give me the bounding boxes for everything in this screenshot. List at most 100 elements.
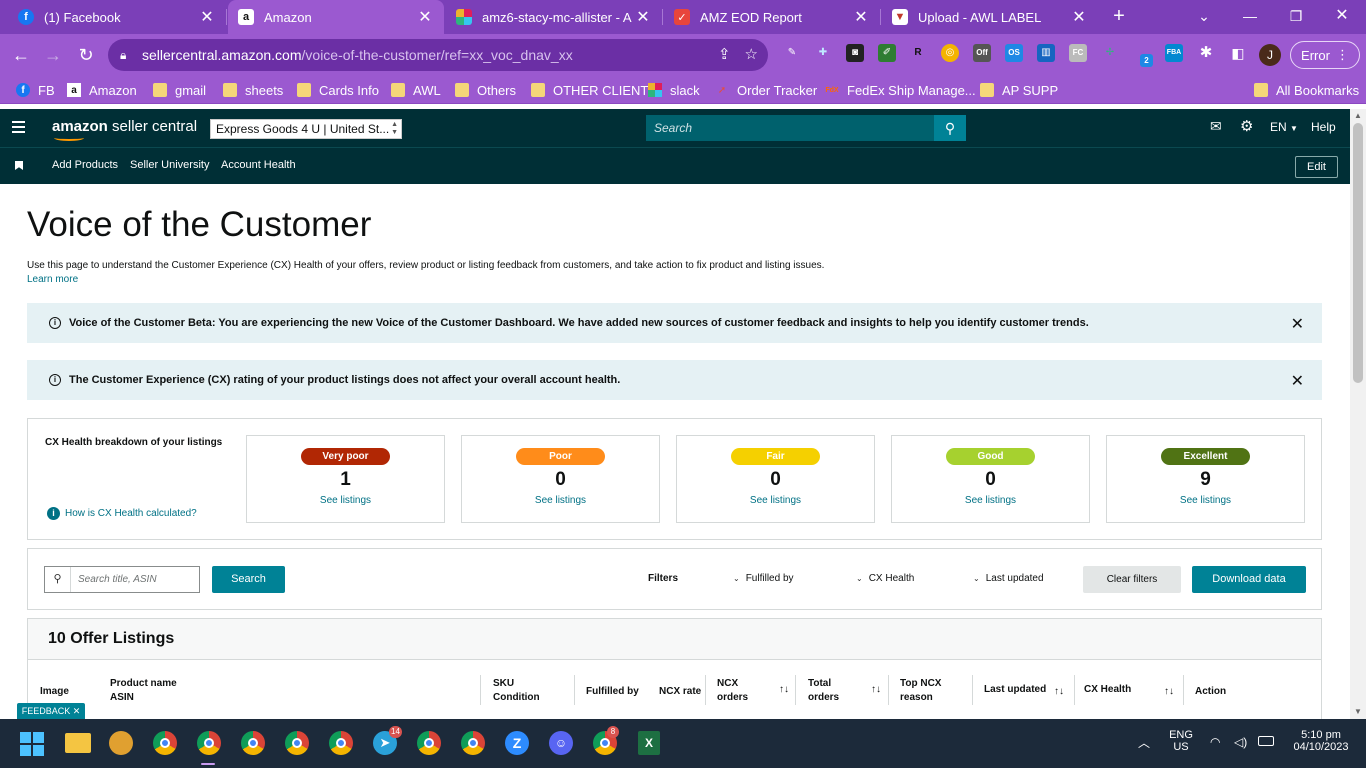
see-listings-link[interactable]: See listings	[247, 495, 444, 506]
extension-pen-icon[interactable]: ✎	[783, 44, 801, 62]
close-window-button[interactable]: ✕	[1319, 0, 1365, 34]
col-ncx-orders[interactable]: NCX orders ↑↓	[717, 677, 789, 705]
header-search-button[interactable]: ⚲	[934, 115, 966, 141]
chrome-profile-icon[interactable]	[461, 731, 485, 755]
listing-search-input[interactable]: ⚲ Search title, ASIN	[44, 566, 200, 593]
share-icon[interactable]: ⇪	[718, 45, 731, 63]
store-selector[interactable]: Express Goods 4 U | United St... ▲ ▼	[210, 119, 402, 139]
address-bar[interactable]: 🔒︎ sellercentral.amazon.com/voice-of-the…	[108, 39, 768, 71]
extensions-puzzle-icon[interactable]: ✱	[1197, 44, 1215, 62]
tab-slack[interactable]: amz6-stacy-mc-allister - Am ✕	[446, 0, 662, 34]
extension-badge-icon[interactable]: 2	[1140, 54, 1153, 67]
profile-avatar[interactable]: J	[1259, 44, 1281, 66]
chrome-profile-icon[interactable]	[417, 731, 441, 755]
close-icon[interactable]: ✕	[196, 7, 218, 27]
bookmark-amazon[interactable]: a Amazon	[67, 81, 137, 99]
menu-icon[interactable]	[12, 121, 25, 133]
bookmark-ap-supp[interactable]: AP SUPP	[980, 81, 1058, 99]
see-listings-link[interactable]: See listings	[1107, 495, 1304, 506]
extension-plus-icon[interactable]: ✚	[814, 44, 832, 62]
mail-icon[interactable]: ✉	[1210, 118, 1222, 135]
extension-camera-icon[interactable]: ◙	[846, 44, 864, 62]
extension-bird-icon[interactable]: ✢	[1101, 44, 1119, 62]
bookmark-all-bookmarks[interactable]: All Bookmarks	[1254, 81, 1359, 99]
bookmark-icon[interactable]	[15, 161, 23, 170]
download-data-button[interactable]: Download data	[1192, 566, 1306, 593]
bookmark-other-client[interactable]: OTHER CLIENT	[531, 81, 648, 99]
feedback-button[interactable]: FEEDBACK ✕	[17, 703, 85, 719]
star-icon[interactable]: ☆	[745, 45, 758, 63]
col-cx-health[interactable]: CX Health ↑↓	[1084, 683, 1174, 697]
subnav-add-products[interactable]: Add Products	[52, 159, 118, 171]
see-listings-link[interactable]: See listings	[892, 495, 1089, 506]
filter-last-updated[interactable]: ⌄ Last updated	[973, 573, 1044, 584]
side-panel-icon[interactable]: ◧	[1229, 44, 1247, 62]
bookmark-order-tracker[interactable]: ➚ Order Tracker	[715, 81, 817, 99]
extension-fc-icon[interactable]: FC	[1069, 44, 1087, 62]
header-search-input[interactable]: Search	[646, 115, 934, 141]
language-indicator[interactable]: ENG US	[1165, 729, 1197, 753]
close-icon[interactable]: ✕	[414, 7, 436, 27]
scroll-up-icon[interactable]: ▲	[1350, 109, 1366, 123]
excel-icon[interactable]: X	[638, 731, 660, 755]
bookmark-others[interactable]: Others	[455, 81, 516, 99]
bookmark-fedex[interactable]: FdX FedEx Ship Manage...	[825, 81, 975, 99]
bookmark-sheets[interactable]: sheets	[223, 81, 283, 99]
gear-icon[interactable]: ⚙	[1240, 117, 1253, 135]
minimize-button[interactable]: —	[1227, 0, 1273, 34]
extension-os-icon[interactable]: OS	[1005, 44, 1023, 62]
sort-icon[interactable]: ↑↓	[871, 683, 881, 697]
tab-facebook[interactable]: f (1) Facebook ✕	[8, 0, 226, 34]
close-icon[interactable]: ✕	[1291, 314, 1304, 334]
close-icon[interactable]: ✕	[850, 7, 872, 27]
bookmark-fb[interactable]: f FB	[16, 81, 55, 99]
sort-icon[interactable]: ↑↓	[779, 683, 789, 697]
language-selector[interactable]: EN ▼	[1270, 120, 1298, 134]
sort-icon[interactable]: ↑↓	[1164, 685, 1174, 699]
clock[interactable]: 5:10 pm 04/10/2023	[1286, 729, 1356, 753]
bookmark-gmail[interactable]: gmail	[153, 81, 206, 99]
tab-upload-awl[interactable]: ▼ Upload - AWL LABEL ✕	[882, 0, 1098, 34]
chrome-profile-icon[interactable]	[285, 731, 309, 755]
sort-icon[interactable]: ↑↓	[1054, 685, 1064, 699]
error-button[interactable]: Error ⋮	[1290, 41, 1360, 69]
page-scrollbar[interactable]: ▲ ▼	[1350, 109, 1366, 719]
filter-fulfilled-by[interactable]: ⌄ Fulfilled by	[733, 573, 794, 584]
volume-icon[interactable]: ◁)	[1234, 735, 1247, 749]
close-icon[interactable]: ✕	[1291, 371, 1304, 391]
extension-chrome-icon[interactable]: ◎	[941, 44, 959, 62]
extension-chart-icon[interactable]: ▥	[1037, 44, 1055, 62]
filter-cx-health[interactable]: ⌄ CX Health	[856, 573, 914, 584]
extension-r-icon[interactable]: R	[909, 44, 927, 62]
subnav-seller-university[interactable]: Seller University	[130, 159, 209, 171]
new-tab-button[interactable]: +	[1108, 6, 1130, 28]
tab-search-icon[interactable]: ⌄	[1181, 0, 1227, 34]
help-link[interactable]: Help	[1311, 120, 1336, 134]
scroll-down-icon[interactable]: ▼	[1350, 705, 1366, 719]
forward-icon[interactable]: →	[40, 42, 66, 68]
see-listings-link[interactable]: See listings	[462, 495, 659, 506]
chrome-profile-icon[interactable]	[241, 731, 265, 755]
back-icon[interactable]: ←	[8, 42, 34, 68]
close-icon[interactable]: ✕	[632, 7, 654, 27]
restore-button[interactable]: ❐	[1273, 0, 1319, 34]
edit-button[interactable]: Edit	[1295, 156, 1338, 178]
chrome-profile-icon[interactable]	[153, 731, 177, 755]
tray-chevron-icon[interactable]: ︿	[1138, 734, 1150, 751]
col-total-orders[interactable]: Total orders ↑↓	[808, 677, 881, 705]
zoom-icon[interactable]: Z	[505, 731, 529, 755]
learn-more-link[interactable]: Learn more	[27, 274, 78, 285]
wifi-icon[interactable]: ◠	[1210, 735, 1220, 749]
search-button[interactable]: Search	[212, 566, 285, 593]
extension-off-icon[interactable]: Off	[973, 44, 991, 62]
extension-fba-icon[interactable]: FBA	[1165, 44, 1183, 62]
tab-amazon[interactable]: a Amazon ✕	[228, 0, 444, 34]
tab-eod-report[interactable]: ✓ AMZ EOD Report ✕	[664, 0, 880, 34]
file-explorer-icon[interactable]	[65, 733, 91, 753]
chrome-active-icon[interactable]	[197, 731, 221, 755]
app-avatar-icon[interactable]	[109, 731, 133, 755]
bookmark-slack[interactable]: slack	[648, 81, 700, 99]
windows-start-icon[interactable]	[20, 732, 44, 756]
extension-dropper-icon[interactable]: ✐	[878, 44, 896, 62]
clear-filters-button[interactable]: Clear filters	[1083, 566, 1181, 593]
